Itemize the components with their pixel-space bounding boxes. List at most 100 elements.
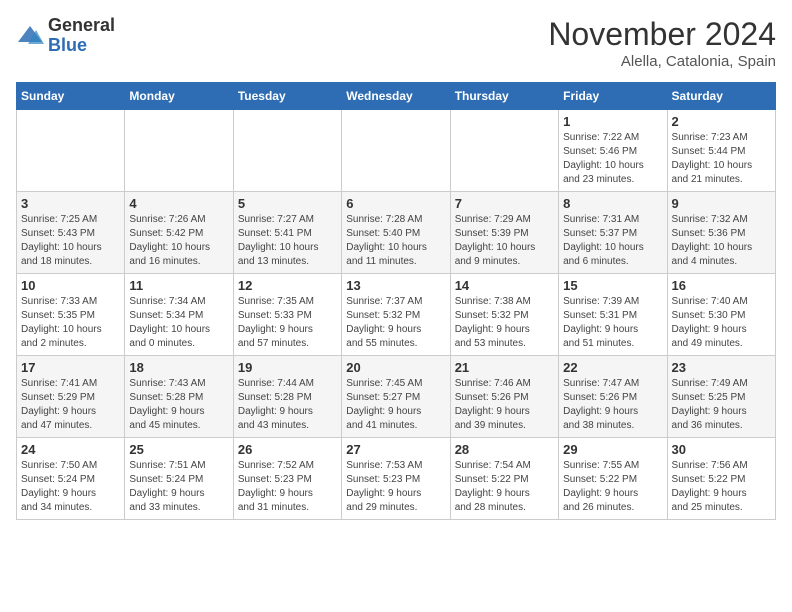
day-number: 9 bbox=[672, 196, 771, 211]
logo: General Blue bbox=[16, 16, 115, 56]
calendar-cell: 8Sunrise: 7:31 AM Sunset: 5:37 PM Daylig… bbox=[559, 192, 667, 274]
header-monday: Monday bbox=[125, 83, 233, 110]
day-info: Sunrise: 7:35 AM Sunset: 5:33 PM Dayligh… bbox=[238, 295, 337, 351]
calendar-cell: 26 Sunrise: 7:52 AM Sunset: 5:23 PM Dayli… bbox=[233, 438, 341, 520]
day-info: Sunrise: 7:29 AM Sunset: 5:39 PM Dayligh… bbox=[455, 213, 554, 269]
day-info: Sunrise: 7:40 AM Sunset: 5:30 PM Dayligh… bbox=[672, 295, 771, 351]
day-info: Sunrise: 7:22 AM Sunset: 5:46 PM Dayligh… bbox=[563, 131, 662, 187]
calendar-body: 1 Sunrise: 7:22 AM Sunset: 5:46 PM Daylig… bbox=[17, 110, 776, 520]
calendar-cell: 22Sunrise: 7:47 AM Sunset: 5:26 PM Dayli… bbox=[559, 356, 667, 438]
day-info: Sunrise: 7:52 AM Sunset: 5:23 PM Dayligh… bbox=[238, 459, 337, 515]
day-number: 21 bbox=[455, 360, 554, 375]
day-info: Sunrise: 7:23 AM Sunset: 5:44 PM Dayligh… bbox=[672, 131, 771, 187]
day-number: 18 bbox=[129, 360, 228, 375]
month-title: November 2024 bbox=[548, 16, 776, 53]
calendar-cell: 30 Sunrise: 7:56 AM Sunset: 5:22 PM Dayli… bbox=[667, 438, 775, 520]
calendar-cell: 28 Sunrise: 7:54 AM Sunset: 5:22 PM Dayli… bbox=[450, 438, 558, 520]
calendar-cell: 21 Sunrise: 7:46 AM Sunset: 5:26 PM Dayli… bbox=[450, 356, 558, 438]
calendar-cell: 23 Sunrise: 7:49 AM Sunset: 5:25 PM Dayli… bbox=[667, 356, 775, 438]
header-row: SundayMondayTuesdayWednesdayThursdayFrid… bbox=[17, 83, 776, 110]
calendar-cell: 12 Sunrise: 7:35 AM Sunset: 5:33 PM Dayli… bbox=[233, 274, 341, 356]
day-number: 23 bbox=[672, 360, 771, 375]
day-number: 26 bbox=[238, 442, 337, 457]
calendar-cell: 15 Sunrise: 7:39 AM Sunset: 5:31 PM Dayli… bbox=[559, 274, 667, 356]
calendar-cell: 11Sunrise: 7:34 AM Sunset: 5:34 PM Dayli… bbox=[125, 274, 233, 356]
day-number: 14 bbox=[455, 278, 554, 293]
day-info: Sunrise: 7:44 AM Sunset: 5:28 PM Dayligh… bbox=[238, 377, 337, 433]
day-info: Sunrise: 7:53 AM Sunset: 5:23 PM Dayligh… bbox=[346, 459, 445, 515]
day-number: 16 bbox=[672, 278, 771, 293]
day-number: 1 bbox=[563, 114, 662, 129]
calendar-cell: 20Sunrise: 7:45 AM Sunset: 5:27 PM Dayli… bbox=[342, 356, 450, 438]
header-sunday: Sunday bbox=[17, 83, 125, 110]
calendar-cell: 10 Sunrise: 7:33 AM Sunset: 5:35 PM Dayli… bbox=[17, 274, 125, 356]
day-number: 5 bbox=[238, 196, 337, 211]
calendar-cell: 5Sunrise: 7:27 AM Sunset: 5:41 PM Daylig… bbox=[233, 192, 341, 274]
day-number: 28 bbox=[455, 442, 554, 457]
calendar-cell: 7Sunrise: 7:29 AM Sunset: 5:39 PM Daylig… bbox=[450, 192, 558, 274]
day-info: Sunrise: 7:25 AM Sunset: 5:43 PM Dayligh… bbox=[21, 213, 120, 269]
day-number: 13 bbox=[346, 278, 445, 293]
calendar-cell: 14 Sunrise: 7:38 AM Sunset: 5:32 PM Dayli… bbox=[450, 274, 558, 356]
calendar-cell: 19 Sunrise: 7:44 AM Sunset: 5:28 PM Dayli… bbox=[233, 356, 341, 438]
day-number: 3 bbox=[21, 196, 120, 211]
logo-line2: Blue bbox=[48, 36, 115, 56]
day-info: Sunrise: 7:56 AM Sunset: 5:22 PM Dayligh… bbox=[672, 459, 771, 515]
day-number: 30 bbox=[672, 442, 771, 457]
week-row-0: 1 Sunrise: 7:22 AM Sunset: 5:46 PM Daylig… bbox=[17, 110, 776, 192]
day-info: Sunrise: 7:32 AM Sunset: 5:36 PM Dayligh… bbox=[672, 213, 771, 269]
day-info: Sunrise: 7:41 AM Sunset: 5:29 PM Dayligh… bbox=[21, 377, 120, 433]
page-header: General Blue November 2024 Alella, Catal… bbox=[16, 16, 776, 70]
day-number: 4 bbox=[129, 196, 228, 211]
day-number: 20 bbox=[346, 360, 445, 375]
day-number: 10 bbox=[21, 278, 120, 293]
day-number: 27 bbox=[346, 442, 445, 457]
day-info: Sunrise: 7:50 AM Sunset: 5:24 PM Dayligh… bbox=[21, 459, 120, 515]
week-row-2: 10 Sunrise: 7:33 AM Sunset: 5:35 PM Dayli… bbox=[17, 274, 776, 356]
calendar-cell: 18 Sunrise: 7:43 AM Sunset: 5:28 PM Dayli… bbox=[125, 356, 233, 438]
day-info: Sunrise: 7:31 AM Sunset: 5:37 PM Dayligh… bbox=[563, 213, 662, 269]
day-number: 17 bbox=[21, 360, 120, 375]
calendar-cell: 3 Sunrise: 7:25 AM Sunset: 5:43 PM Daylig… bbox=[17, 192, 125, 274]
day-info: Sunrise: 7:38 AM Sunset: 5:32 PM Dayligh… bbox=[455, 295, 554, 351]
header-thursday: Thursday bbox=[450, 83, 558, 110]
day-number: 11 bbox=[129, 278, 228, 293]
day-info: Sunrise: 7:54 AM Sunset: 5:22 PM Dayligh… bbox=[455, 459, 554, 515]
title-block: November 2024 Alella, Catalonia, Spain bbox=[548, 16, 776, 70]
calendar-cell: 29Sunrise: 7:55 AM Sunset: 5:22 PM Dayli… bbox=[559, 438, 667, 520]
day-info: Sunrise: 7:26 AM Sunset: 5:42 PM Dayligh… bbox=[129, 213, 228, 269]
calendar-cell: 24Sunrise: 7:50 AM Sunset: 5:24 PM Dayli… bbox=[17, 438, 125, 520]
calendar-cell bbox=[17, 110, 125, 192]
logo-icon bbox=[16, 22, 44, 50]
day-number: 25 bbox=[129, 442, 228, 457]
calendar-cell: 6 Sunrise: 7:28 AM Sunset: 5:40 PM Daylig… bbox=[342, 192, 450, 274]
calendar-cell: 1 Sunrise: 7:22 AM Sunset: 5:46 PM Daylig… bbox=[559, 110, 667, 192]
day-info: Sunrise: 7:33 AM Sunset: 5:35 PM Dayligh… bbox=[21, 295, 120, 351]
week-row-4: 24Sunrise: 7:50 AM Sunset: 5:24 PM Dayli… bbox=[17, 438, 776, 520]
day-info: Sunrise: 7:43 AM Sunset: 5:28 PM Dayligh… bbox=[129, 377, 228, 433]
header-tuesday: Tuesday bbox=[233, 83, 341, 110]
week-row-1: 3 Sunrise: 7:25 AM Sunset: 5:43 PM Daylig… bbox=[17, 192, 776, 274]
calendar-cell bbox=[342, 110, 450, 192]
day-info: Sunrise: 7:46 AM Sunset: 5:26 PM Dayligh… bbox=[455, 377, 554, 433]
calendar-table: SundayMondayTuesdayWednesdayThursdayFrid… bbox=[16, 82, 776, 520]
day-info: Sunrise: 7:28 AM Sunset: 5:40 PM Dayligh… bbox=[346, 213, 445, 269]
day-number: 12 bbox=[238, 278, 337, 293]
calendar-cell: 13 Sunrise: 7:37 AM Sunset: 5:32 PM Dayli… bbox=[342, 274, 450, 356]
calendar-cell bbox=[125, 110, 233, 192]
calendar-header: SundayMondayTuesdayWednesdayThursdayFrid… bbox=[17, 83, 776, 110]
header-saturday: Saturday bbox=[667, 83, 775, 110]
day-number: 6 bbox=[346, 196, 445, 211]
day-info: Sunrise: 7:51 AM Sunset: 5:24 PM Dayligh… bbox=[129, 459, 228, 515]
day-info: Sunrise: 7:55 AM Sunset: 5:22 PM Dayligh… bbox=[563, 459, 662, 515]
calendar-cell: 17 Sunrise: 7:41 AM Sunset: 5:29 PM Dayli… bbox=[17, 356, 125, 438]
day-number: 19 bbox=[238, 360, 337, 375]
day-info: Sunrise: 7:39 AM Sunset: 5:31 PM Dayligh… bbox=[563, 295, 662, 351]
logo-text: General Blue bbox=[48, 16, 115, 56]
day-number: 15 bbox=[563, 278, 662, 293]
day-number: 2 bbox=[672, 114, 771, 129]
day-info: Sunrise: 7:49 AM Sunset: 5:25 PM Dayligh… bbox=[672, 377, 771, 433]
calendar-cell: 2 Sunrise: 7:23 AM Sunset: 5:44 PM Daylig… bbox=[667, 110, 775, 192]
day-info: Sunrise: 7:37 AM Sunset: 5:32 PM Dayligh… bbox=[346, 295, 445, 351]
calendar-cell bbox=[450, 110, 558, 192]
